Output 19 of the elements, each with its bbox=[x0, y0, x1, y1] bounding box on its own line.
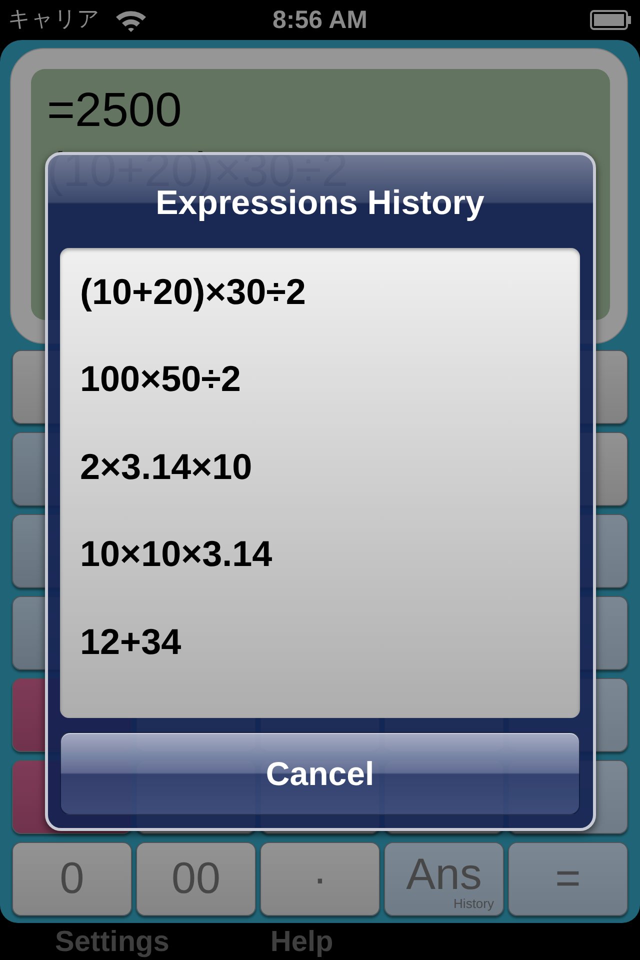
clock-time: 8:56 AM bbox=[272, 6, 368, 34]
history-item[interactable]: 2×3.14×10 bbox=[60, 423, 580, 510]
carrier-name: キャリア bbox=[8, 7, 100, 33]
tab-item[interactable]: Settings bbox=[55, 926, 170, 958]
key-button[interactable]: = bbox=[508, 842, 628, 916]
key-button[interactable]: 00 bbox=[136, 842, 256, 916]
history-item[interactable]: 100×50÷2 bbox=[60, 336, 580, 423]
key-sublabel: History bbox=[454, 897, 494, 911]
tab-item[interactable]: Help bbox=[270, 926, 334, 958]
display-text: =2500 bbox=[47, 83, 182, 139]
wifi-icon bbox=[114, 8, 148, 32]
key-button[interactable]: 0 bbox=[12, 842, 132, 916]
key-button[interactable]: Ans History bbox=[384, 842, 504, 916]
history-item[interactable]: 10×10×3.14 bbox=[60, 510, 580, 598]
history-item[interactable]: 12+34 bbox=[60, 598, 580, 686]
cancel-button[interactable]: Cancel bbox=[60, 732, 580, 815]
battery-icon bbox=[590, 10, 632, 30]
history-item[interactable]: (10+20)×30÷2 bbox=[60, 248, 580, 336]
key-button[interactable]: · bbox=[260, 842, 380, 916]
